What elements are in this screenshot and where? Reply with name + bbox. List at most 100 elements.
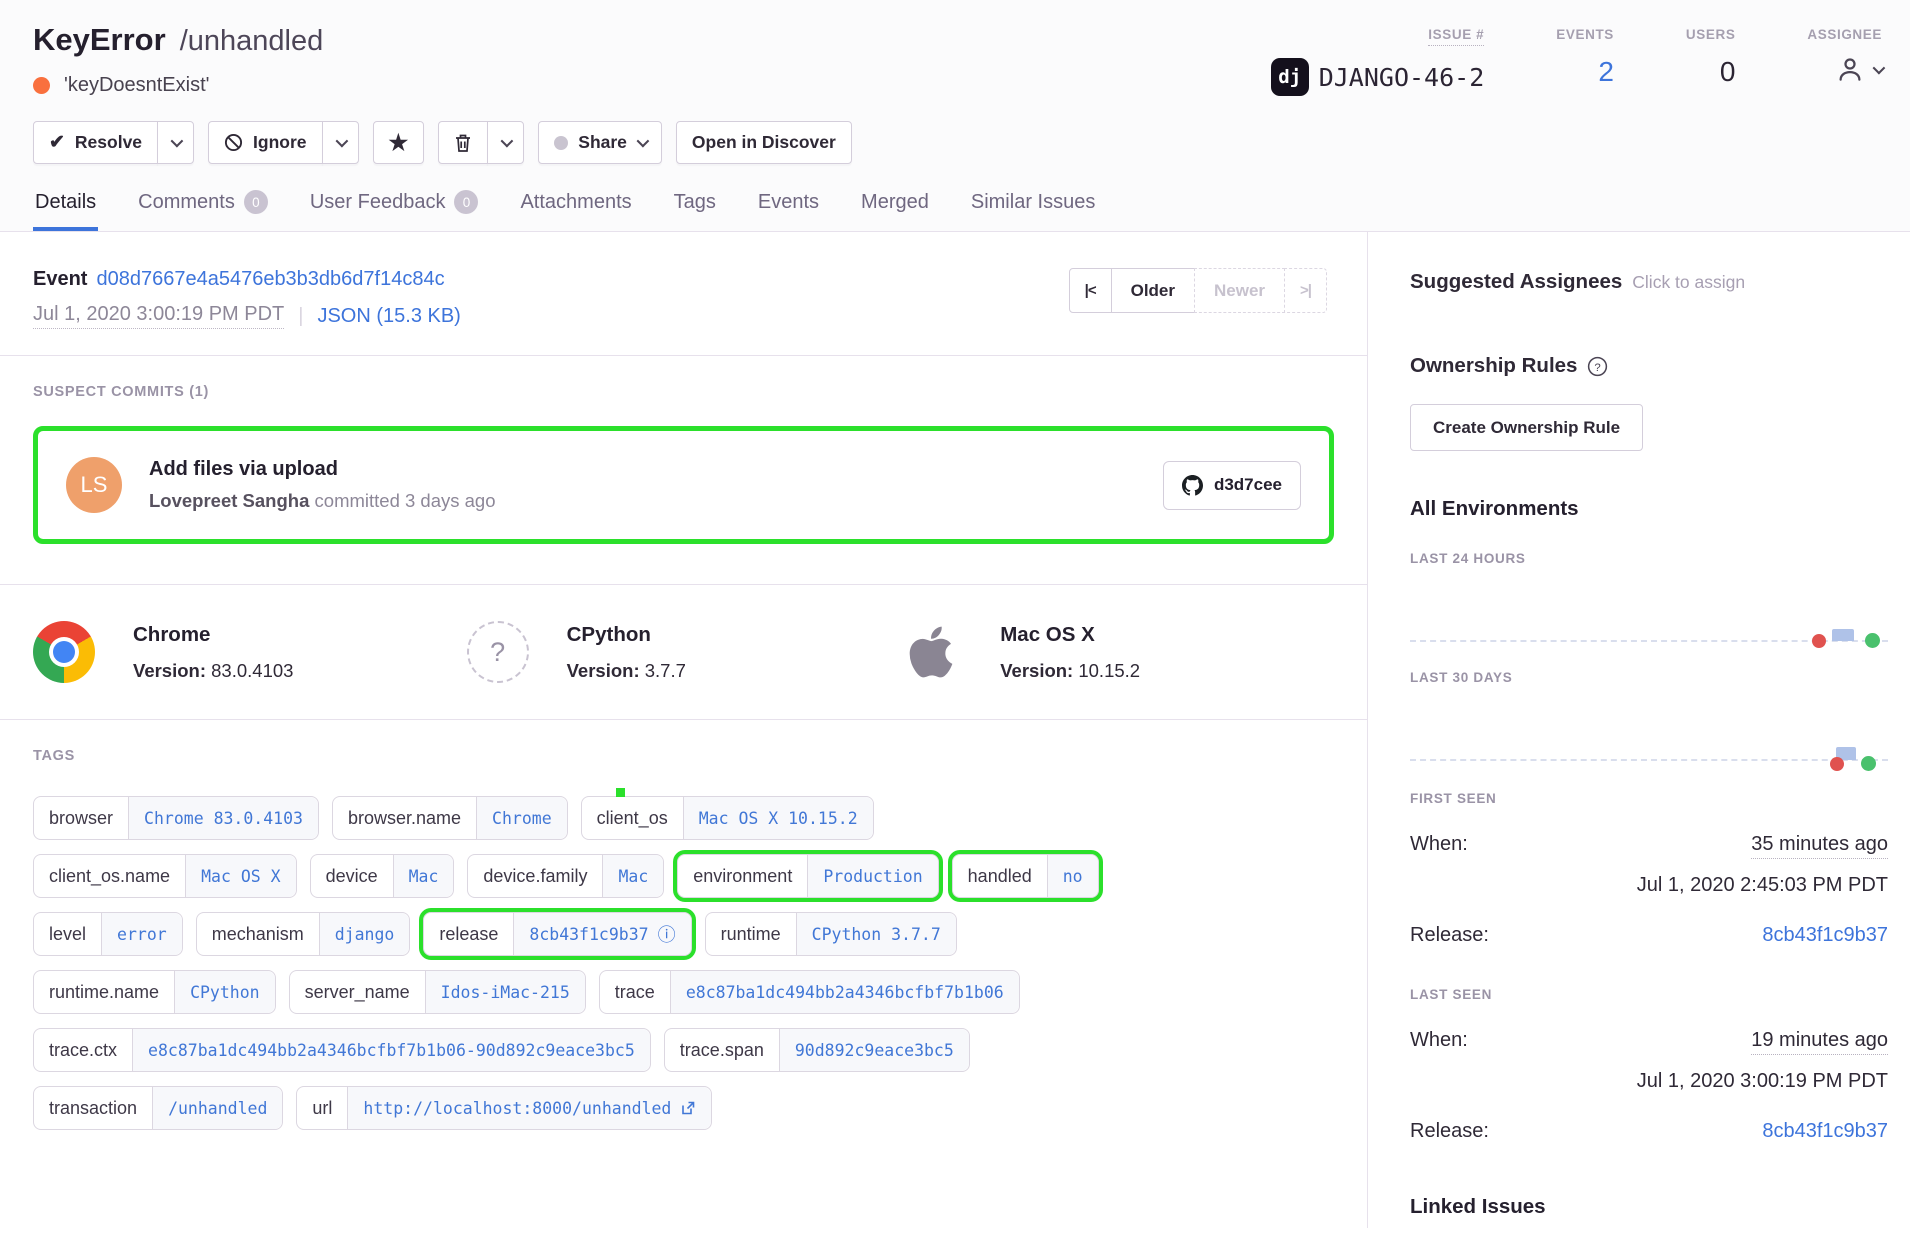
svg-text:?: ? (1595, 361, 1601, 373)
assignee-label: ASSIGNEE (1807, 27, 1882, 42)
tag-value-link[interactable]: Mac OS X 10.15.2 (683, 797, 873, 839)
tab-tags[interactable]: Tags (672, 190, 718, 231)
context-os: Mac OS X Version: 10.15.2 (900, 621, 1334, 683)
bookmark-star-button[interactable]: ★ (373, 121, 425, 164)
tab-merged[interactable]: Merged (859, 190, 931, 231)
tag-value-link[interactable]: error (101, 913, 182, 955)
context-version: 3.7.7 (645, 660, 686, 681)
tab-attachments[interactable]: Attachments (518, 190, 633, 231)
assignee-person-icon (1835, 54, 1865, 84)
last-seen-label: LAST SEEN (1410, 987, 1888, 1002)
help-question-icon[interactable]: ? (1587, 356, 1608, 377)
release-marker-red[interactable] (1830, 757, 1844, 771)
comments-count-badge: 0 (244, 190, 268, 214)
tag-pill-client-os-name: client_os.nameMac OS X (33, 854, 297, 898)
tag-value-link[interactable]: CPython (174, 971, 275, 1013)
ownership-rules-title: Ownership Rules (1410, 354, 1577, 378)
chrome-logo-icon (33, 621, 95, 683)
tag-value-link[interactable]: http://localhost:8000/unhandled (347, 1087, 711, 1129)
issue-sidebar: Suggested Assignees Click to assign Owne… (1368, 232, 1910, 1228)
resolve-dropdown-button[interactable] (157, 121, 194, 164)
older-event-button[interactable]: Older (1111, 268, 1195, 313)
tag-value-link[interactable]: Chrome 83.0.4103 (128, 797, 318, 839)
issue-number-label: ISSUE # (1428, 27, 1484, 46)
tags-heading: TAGS (33, 748, 1334, 764)
oldest-event-button[interactable]: |< (1069, 268, 1112, 313)
issue-actions: ✔ Resolve Ignore ★ (33, 121, 1882, 164)
release-marker-green[interactable] (1861, 756, 1876, 771)
tag-pill-browser-name: browser.nameChrome (332, 796, 568, 840)
tag-pill-trace-ctx: trace.ctxe8c87ba1dc494bb2a4346bcfbf7b1b0… (33, 1028, 651, 1072)
share-button[interactable]: Share (538, 121, 662, 164)
ignore-dropdown-button[interactable] (322, 121, 359, 164)
issue-header: KeyError /unhandled 'keyDoesntExist' ISS… (0, 0, 1910, 232)
suspect-commits-heading: SUSPECT COMMITS (1) (33, 384, 1334, 400)
tab-user-feedback[interactable]: User Feedback0 (308, 190, 481, 231)
release-marker-green[interactable] (1865, 633, 1880, 648)
delete-dropdown-button[interactable] (487, 121, 524, 164)
tag-pill-server-name: server_nameIdos-iMac-215 (289, 970, 586, 1014)
tag-value-link[interactable]: Chrome (476, 797, 567, 839)
tab-comments[interactable]: Comments0 (136, 190, 270, 231)
tag-value-link[interactable]: Production (807, 855, 937, 897)
tag-pill-environment: environmentProduction (677, 854, 938, 898)
suggested-assignees-hint[interactable]: Click to assign (1632, 272, 1745, 293)
resolve-button[interactable]: ✔ Resolve (33, 121, 158, 164)
issue-number-value[interactable]: DJANGO-46-2 (1319, 63, 1485, 92)
star-icon: ★ (389, 132, 409, 154)
tag-value-link[interactable]: CPython 3.7.7 (796, 913, 956, 955)
event-id-link[interactable]: d08d7667e4a5476eb3b3db6d7f14c84c (96, 268, 444, 291)
event-json-link[interactable]: JSON (15.3 KB) (317, 305, 460, 328)
when-label: When: (1410, 833, 1468, 856)
latest-event-button[interactable]: >| (1284, 268, 1327, 313)
commit-sha-button[interactable]: d3d7cee (1163, 461, 1301, 510)
trash-icon (454, 133, 472, 153)
tag-value-link[interactable]: no (1047, 855, 1098, 897)
open-in-discover-button[interactable]: Open in Discover (676, 121, 852, 164)
tag-value-link[interactable]: django (319, 913, 410, 955)
newer-event-button[interactable]: Newer (1194, 268, 1285, 313)
tag-value-link[interactable]: 90d892c9eace3bc5 (779, 1029, 969, 1071)
tag-value-link[interactable]: e8c87ba1dc494bb2a4346bcfbf7b1b06-90d892c… (132, 1029, 650, 1071)
tab-details[interactable]: Details (33, 190, 98, 231)
context-runtime: ? CPython Version: 3.7.7 (467, 621, 901, 683)
issue-title-block: KeyError /unhandled 'keyDoesntExist' (33, 22, 323, 97)
events-label: EVENTS (1556, 27, 1614, 42)
issue-stats: ISSUE # dj DJANGO-46-2 EVENTS 2 USERS 0 … (1271, 22, 1882, 97)
chevron-down-icon (636, 135, 649, 148)
delete-button[interactable] (438, 121, 488, 164)
event-contexts: Chrome Version: 83.0.4103 ? CPython Vers… (0, 585, 1367, 720)
last-seen-release-link[interactable]: 8cb43f1c9b37 (1762, 1120, 1888, 1143)
event-timestamp: Jul 1, 2020 3:00:19 PM PDT (33, 303, 284, 329)
last-30-days-label: LAST 30 DAYS (1410, 670, 1888, 685)
issue-details-main: Event d08d7667e4a5476eb3b3db6d7f14c84c J… (0, 232, 1368, 1228)
tag-value-link[interactable]: 8cb43f1c9b37ⓘ (513, 913, 690, 955)
tag-value-link[interactable]: Mac (602, 855, 663, 897)
commit-author-name: Lovepreet Sangha (149, 490, 309, 511)
release-label: Release: (1410, 924, 1489, 947)
tag-value-link[interactable]: Mac OS X (185, 855, 295, 897)
issue-tabs: Details Comments0 User Feedback0 Attachm… (33, 190, 1882, 231)
tag-pill-trace-span: trace.span90d892c9eace3bc5 (664, 1028, 970, 1072)
tag-value-link[interactable]: /unhandled (152, 1087, 282, 1129)
stat-issue-number: ISSUE # dj DJANGO-46-2 (1271, 26, 1485, 97)
tag-value-link[interactable]: e8c87ba1dc494bb2a4346bcfbf7b1b06 (670, 971, 1019, 1013)
events-count[interactable]: 2 (1598, 56, 1614, 88)
ignore-button[interactable]: Ignore (208, 121, 322, 164)
assignee-dropdown[interactable] (1807, 54, 1882, 84)
event-bar (1832, 629, 1854, 641)
tab-similar-issues[interactable]: Similar Issues (969, 190, 1097, 231)
external-link-icon[interactable] (680, 1100, 696, 1116)
tag-pill-release: release8cb43f1c9b37ⓘ (423, 912, 691, 956)
first-seen-release-link[interactable]: 8cb43f1c9b37 (1762, 924, 1888, 947)
suspect-commit-card: LS Add files via upload Lovepreet Sangha… (33, 426, 1334, 544)
tag-value-link[interactable]: Mac (393, 855, 454, 897)
release-marker-red[interactable] (1812, 634, 1826, 648)
info-icon[interactable]: ⓘ (658, 921, 676, 947)
all-environments-title: All Environments (1410, 497, 1888, 521)
create-ownership-rule-button[interactable]: Create Ownership Rule (1410, 404, 1643, 451)
tab-events[interactable]: Events (756, 190, 821, 231)
commit-time: committed 3 days ago (309, 490, 495, 511)
tag-value-link[interactable]: Idos-iMac-215 (425, 971, 585, 1013)
context-name: Chrome (133, 623, 293, 647)
